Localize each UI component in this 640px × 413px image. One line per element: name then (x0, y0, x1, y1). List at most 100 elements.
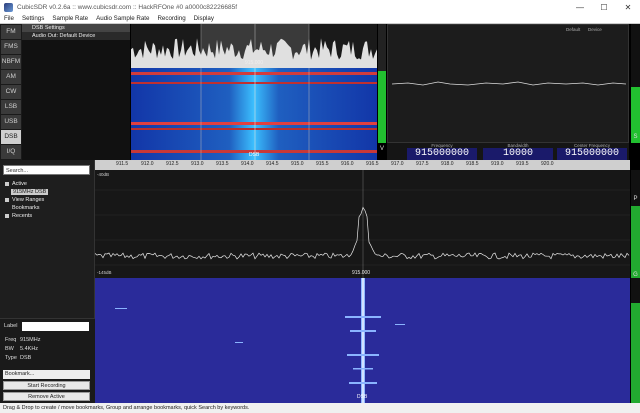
mode-am-button[interactable]: AM (1, 70, 21, 84)
main-spectrum[interactable]: -40dB -145dB 915.000 (95, 170, 630, 278)
mode-iq-button[interactable]: I/Q (1, 145, 21, 159)
ruler-tick: 915.0 (291, 161, 304, 167)
menu-recording[interactable]: Recording (153, 15, 189, 22)
freq-value: 915MHz (20, 337, 41, 343)
squelch-label: S (633, 134, 638, 140)
bookmark-tree: Active 915MHz DSB View Ranges Bookmarks … (5, 180, 49, 220)
main-spectrum-plot (95, 170, 630, 278)
demod-spectrum-freq-label: 915.000 (245, 60, 264, 66)
center-frequency-readout[interactable]: Center Frequency 915000000 (557, 143, 627, 160)
mode-fms-button[interactable]: FMS (1, 40, 21, 54)
close-button[interactable]: ✕ (616, 3, 640, 12)
maximize-button[interactable]: ☐ (592, 3, 616, 12)
demod-waterfall[interactable]: DSB (131, 68, 377, 160)
minimize-button[interactable]: — (568, 3, 592, 12)
tree-node-bookmarks[interactable]: Bookmarks (5, 204, 48, 212)
bw-info: BW 5.4KHz (5, 346, 38, 352)
ruler-tick: 920.0 (541, 161, 554, 167)
audio-scope[interactable]: Default Device (387, 24, 629, 143)
freq-key: Freq (5, 337, 17, 343)
expand-icon (5, 213, 9, 218)
start-recording-button[interactable]: Start Recording (3, 381, 90, 390)
audio-out-row[interactable]: Audio Out: Default Device (22, 32, 130, 40)
window-title: CubicSDR v0.2.6a :: www.cubicsdr.com :: … (17, 3, 238, 11)
menu-sample-rate[interactable]: Sample Rate (48, 15, 92, 22)
type-value: DSB (20, 355, 32, 361)
bookmark-select[interactable]: Bookmark... (3, 370, 90, 379)
frequency-value[interactable]: 915000000 (407, 148, 477, 160)
volume-label: V (379, 146, 384, 152)
demod-spectrum[interactable]: 915.000 (131, 24, 377, 68)
menu-bar: File Settings Sample Rate Audio Sample R… (0, 14, 640, 24)
ruler-tick: 918.0 (441, 161, 454, 167)
spectrum-level-bottom: -145dB (97, 270, 112, 275)
tree-node-active[interactable]: Active (5, 180, 48, 188)
status-bar: Drag & Drop to create / move bookmarks, … (0, 403, 640, 413)
ruler-tick: 912.5 (166, 161, 179, 167)
frequency-readouts: Frequency 915000000 Bandwidth 10000 Cent… (387, 143, 629, 160)
demod-mode-list: FM FMS NBFM AM CW LSB USB DSB I/Q (0, 24, 22, 160)
title-bar: CubicSDR v0.2.6a :: www.cubicsdr.com :: … (0, 0, 640, 14)
menu-audio-sample-rate[interactable]: Audio Sample Rate (92, 15, 153, 22)
main-waterfall[interactable]: DSB (95, 278, 630, 403)
spectrum-freq-label: 915.000 (352, 270, 371, 276)
spectrum-level-top: -40dB (97, 172, 110, 177)
mode-usb-button[interactable]: USB (1, 115, 21, 129)
mode-fm-button[interactable]: FM (1, 25, 21, 39)
bandwidth-readout[interactable]: Bandwidth 10000 (483, 143, 553, 160)
menu-display[interactable]: Display (190, 15, 218, 22)
frequency-readout[interactable]: Frequency 915000000 (407, 143, 477, 160)
tree-node-label: Active (12, 181, 27, 187)
expand-icon (5, 181, 9, 186)
frequency-ruler[interactable]: 911.5 912.0 912.5 913.0 913.5 914.0 914.… (95, 160, 630, 170)
mode-nbfm-button[interactable]: NBFM (1, 55, 21, 69)
tree-node-recents[interactable]: Recents (5, 212, 48, 220)
dsb-settings-row[interactable]: DSB Settings (22, 24, 130, 32)
remove-active-button[interactable]: Remove Active (3, 392, 90, 401)
tree-node-label: Recents (12, 213, 33, 219)
mode-dsb-button[interactable]: DSB (1, 130, 21, 144)
ruler-tick: 914.5 (266, 161, 279, 167)
label-caption: Label (4, 323, 18, 329)
ruler-tick: 916.0 (341, 161, 354, 167)
main-waterfall-plot (95, 278, 630, 403)
menu-settings[interactable]: Settings (18, 15, 48, 22)
type-key: Type (5, 355, 17, 361)
type-info: Type DSB (5, 355, 31, 361)
menu-file[interactable]: File (0, 15, 18, 22)
active-demod-item[interactable]: 915MHz DSB (11, 189, 49, 195)
audio-gain-meter-fill (378, 71, 386, 143)
spectrum-peak-meter[interactable] (631, 24, 640, 143)
bookmark-label-input[interactable] (22, 322, 89, 331)
ruler-tick: 912.0 (141, 161, 154, 167)
bookmark-panel: Search... Active 915MHz DSB View Ranges … (0, 160, 95, 403)
ruler-tick: 913.0 (191, 161, 204, 167)
bookmark-details: Label Freq 915MHz BW 5.4KHz Type DSB Bookma… (0, 318, 95, 403)
peak-hold-label: P (633, 196, 638, 202)
tree-node-view-ranges[interactable]: View Ranges (5, 196, 48, 204)
mode-cw-button[interactable]: CW (1, 85, 21, 99)
mode-lsb-button[interactable]: LSB (1, 100, 21, 114)
main-gain-meter-fill (631, 206, 640, 278)
waterfall-speed-meter[interactable] (631, 278, 640, 403)
scope-tag-right: Device (588, 27, 602, 32)
center-frequency-value[interactable]: 915000000 (557, 148, 627, 160)
bookmark-search-input[interactable]: Search... (3, 165, 90, 175)
bandwidth-value[interactable]: 10000 (483, 148, 553, 160)
ruler-tick: 916.5 (366, 161, 379, 167)
waterfall-mode-label: DSB (357, 394, 368, 400)
demod-settings-panel: DSB Settings Audio Out: Default Device (22, 24, 130, 160)
demod-waterfall-label: DSB (249, 152, 260, 158)
ruler-tick: 914.0 (241, 161, 254, 167)
ruler-tick: 915.5 (316, 161, 329, 167)
audio-gain-meter[interactable] (378, 24, 386, 143)
tree-node-label: View Ranges (12, 197, 45, 203)
demod-waterfall-plot (131, 68, 377, 160)
scope-plot (391, 81, 627, 86)
ruler-tick: 913.5 (216, 161, 229, 167)
expand-icon (5, 197, 9, 202)
ruler-tick: 919.0 (491, 161, 504, 167)
tree-node-active-child[interactable]: 915MHz DSB (5, 188, 49, 196)
ruler-tick: 918.5 (466, 161, 479, 167)
main-gain-meter[interactable] (631, 170, 640, 278)
